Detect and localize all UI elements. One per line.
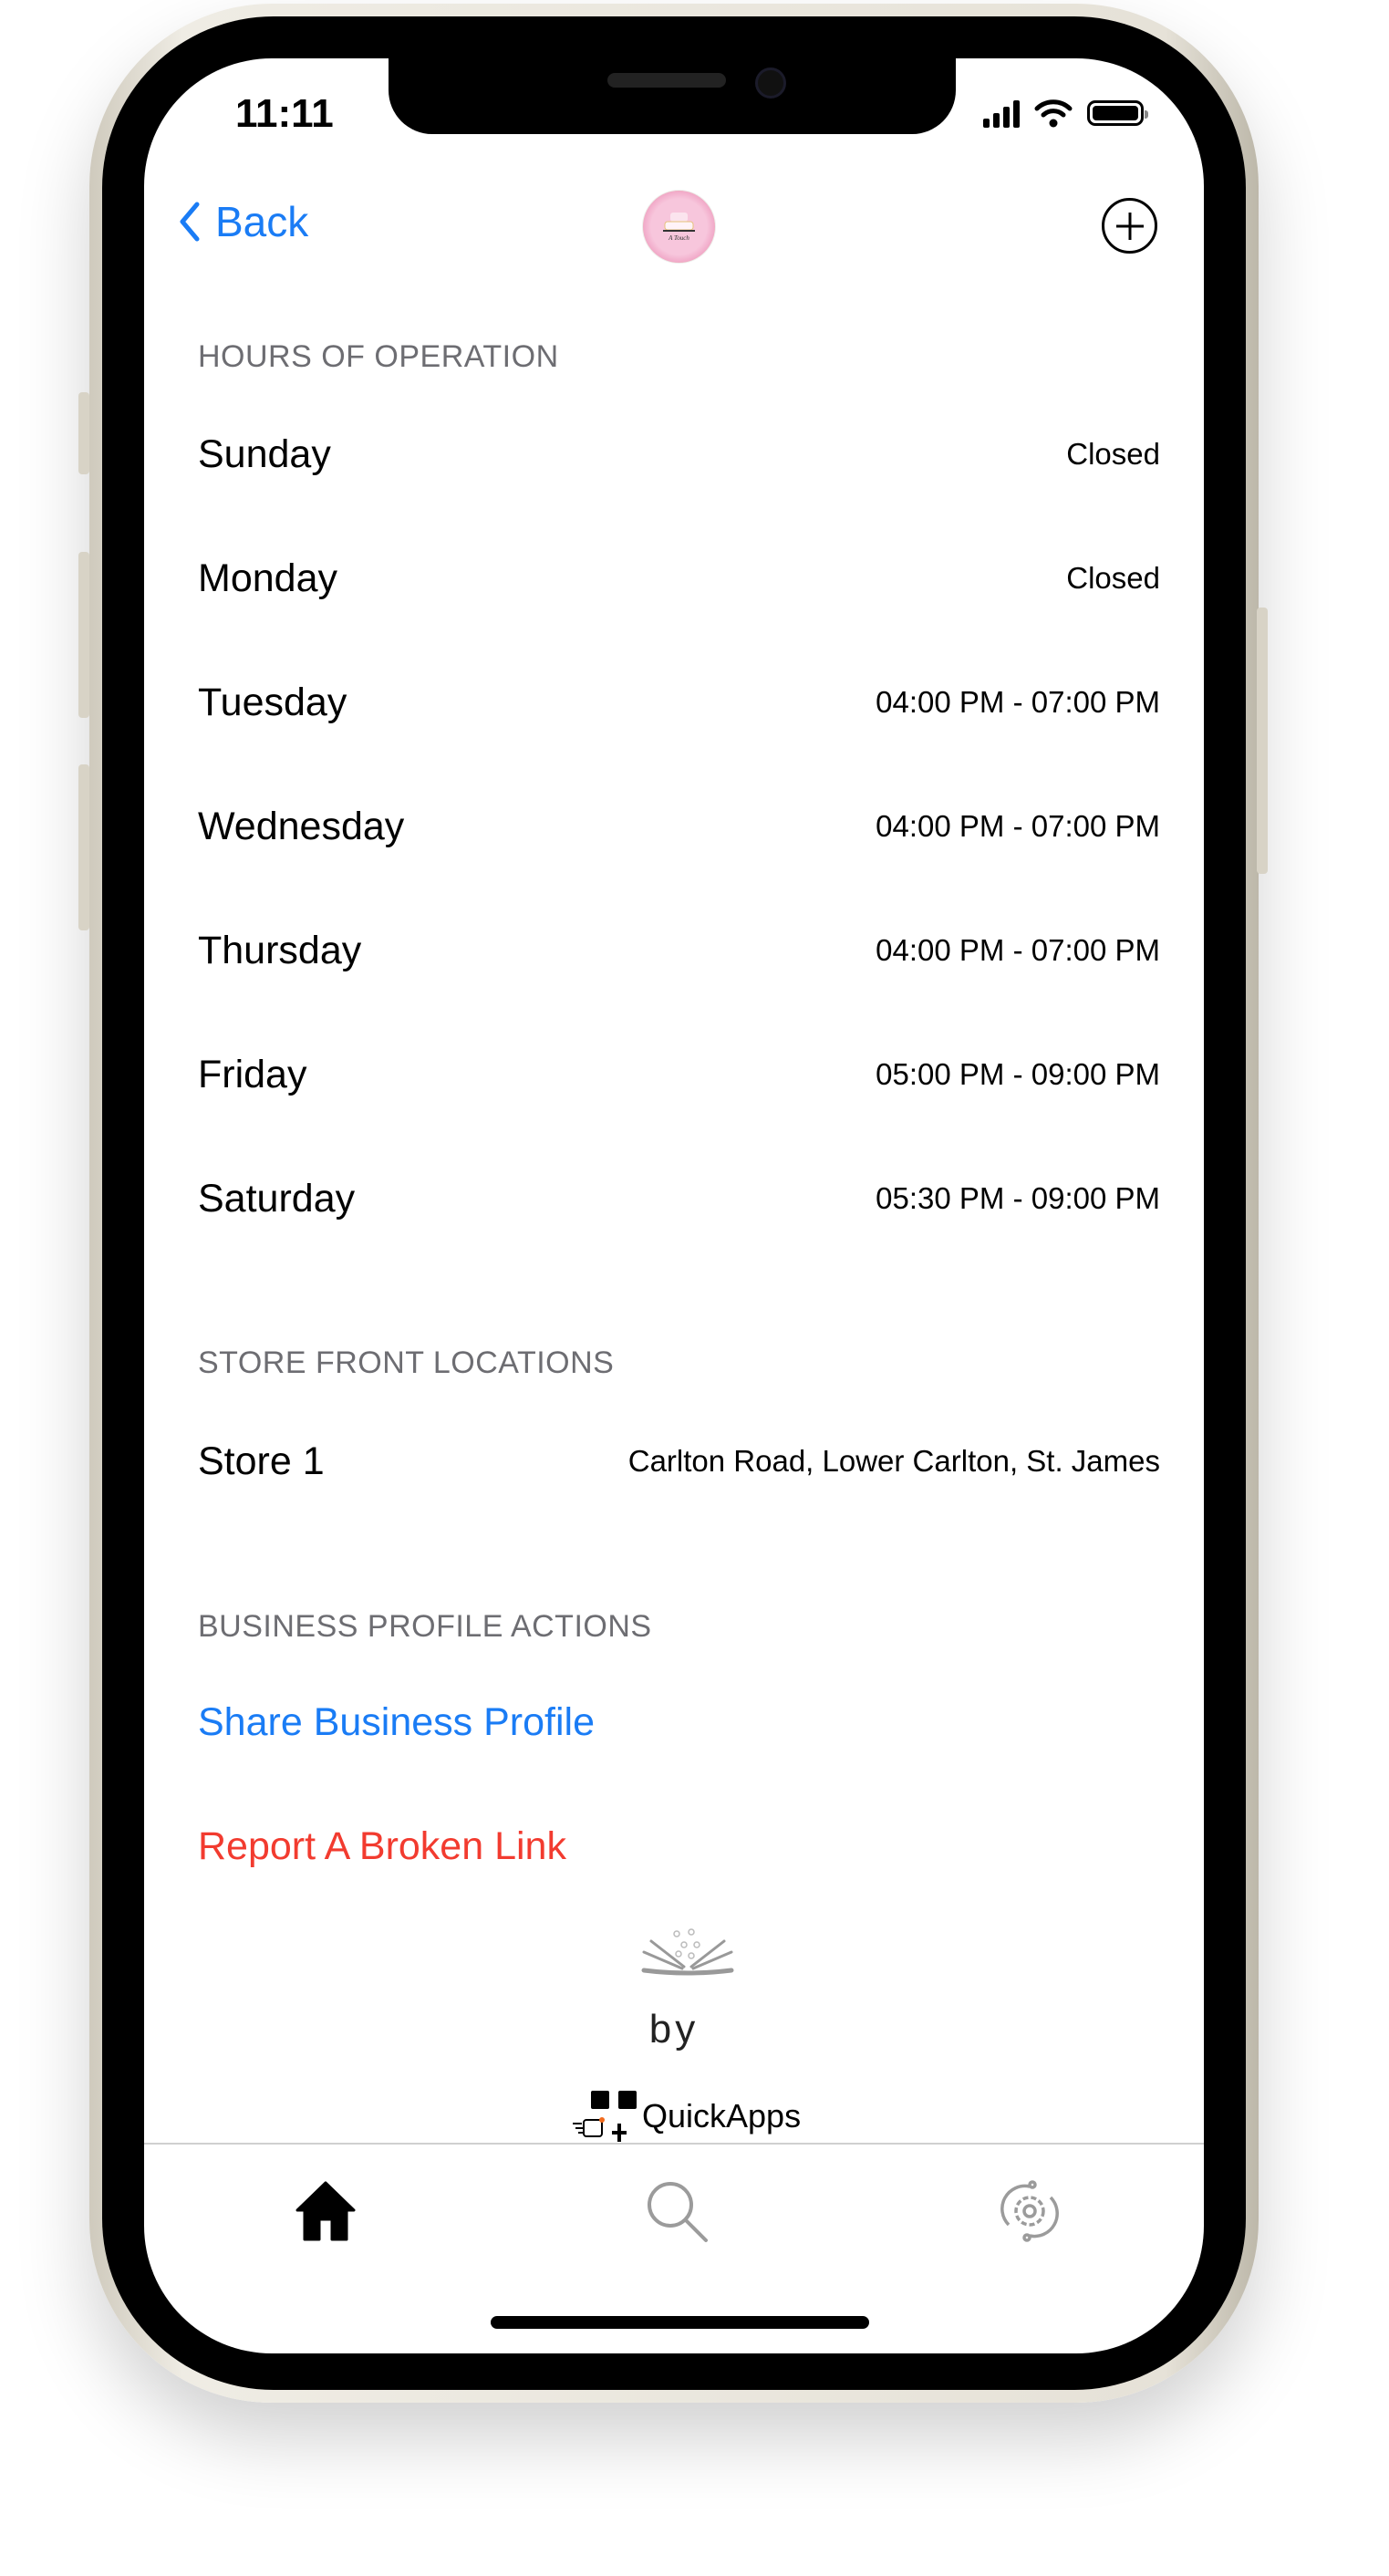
tab-search[interactable]	[640, 2175, 713, 2248]
quickapps-logo: QuickApps	[573, 2091, 801, 2142]
hours-value: 05:30 PM - 09:00 PM	[876, 1181, 1160, 1215]
home-icon	[295, 2181, 356, 2241]
chevron-left-icon	[180, 202, 200, 242]
report-broken-link[interactable]: Report A Broken Link	[198, 1824, 566, 1869]
quickapps-logo-icon	[573, 2091, 637, 2142]
hours-row-thursday: Thursday 04:00 PM - 07:00 PM	[198, 923, 1160, 978]
store-address: Carlton Road, Lower Carlton, St. James	[627, 1444, 1160, 1478]
hours-row-saturday: Saturday 05:30 PM - 09:00 PM	[198, 1171, 1160, 1226]
tab-bar-divider	[144, 2143, 1204, 2145]
by-label: by	[648, 2007, 700, 2051]
hours-row-monday: Monday Closed	[198, 551, 1160, 606]
book-icon	[641, 1928, 734, 1976]
day-label: Saturday	[198, 1176, 356, 1220]
hours-row-tuesday: Tuesday 04:00 PM - 07:00 PM	[198, 675, 1160, 730]
back-button[interactable]: Back	[179, 197, 308, 246]
location-row[interactable]: Store 1 Carlton Road, Lower Carlton, St.…	[198, 1434, 1160, 1489]
power-button	[1257, 608, 1268, 874]
hours-value: Closed	[1066, 437, 1160, 471]
hours-value: 05:00 PM - 09:00 PM	[876, 1057, 1160, 1091]
day-label: Friday	[198, 1052, 307, 1096]
hours-value: 04:00 PM - 07:00 PM	[876, 809, 1160, 843]
screen: 11:11 Back A Touch HOURS OF OPERATION Su…	[144, 58, 1204, 2353]
business-logo: A Touch	[642, 190, 716, 264]
status-time: 11:11	[235, 91, 334, 136]
home-indicator[interactable]	[491, 2316, 869, 2329]
volume-down-button	[78, 764, 89, 930]
tab-settings[interactable]	[993, 2175, 1066, 2248]
notch	[389, 58, 956, 134]
store-name: Store 1	[198, 1439, 325, 1483]
day-label: Sunday	[198, 431, 331, 476]
battery-icon	[1087, 100, 1148, 126]
quickapps-brand: QuickApps	[642, 2097, 802, 2135]
day-label: Thursday	[198, 928, 362, 972]
wifi-icon	[1034, 99, 1073, 128]
svg-text:A Touch: A Touch	[668, 234, 689, 242]
status-icons	[983, 99, 1148, 128]
day-label: Monday	[198, 556, 337, 600]
locations-section-header: STORE FRONT LOCATIONS	[198, 1345, 615, 1380]
hours-value: Closed	[1066, 561, 1160, 595]
day-label: Tuesday	[198, 680, 347, 724]
tab-home[interactable]	[289, 2175, 362, 2248]
camera	[755, 68, 786, 99]
hours-row-wednesday: Wednesday 04:00 PM - 07:00 PM	[198, 799, 1160, 854]
mute-switch	[78, 392, 89, 474]
volume-up-button	[78, 552, 89, 718]
back-label: Back	[215, 198, 309, 245]
settings-gear-icon	[1000, 2180, 1059, 2242]
speaker	[607, 73, 726, 88]
search-icon	[648, 2182, 708, 2242]
day-label: Wednesday	[198, 804, 405, 848]
hours-section-header: HOURS OF OPERATION	[198, 339, 559, 374]
hours-row-sunday: Sunday Closed	[198, 427, 1160, 482]
hours-value: 04:00 PM - 07:00 PM	[876, 933, 1160, 967]
share-profile-link[interactable]: Share Business Profile	[198, 1700, 595, 1745]
actions-section-header: BUSINESS PROFILE ACTIONS	[198, 1609, 652, 1644]
add-button[interactable]	[1102, 198, 1157, 254]
signal-icon	[983, 99, 1020, 128]
hours-value: 04:00 PM - 07:00 PM	[876, 685, 1160, 719]
hours-row-friday: Friday 05:00 PM - 09:00 PM	[198, 1047, 1160, 1102]
